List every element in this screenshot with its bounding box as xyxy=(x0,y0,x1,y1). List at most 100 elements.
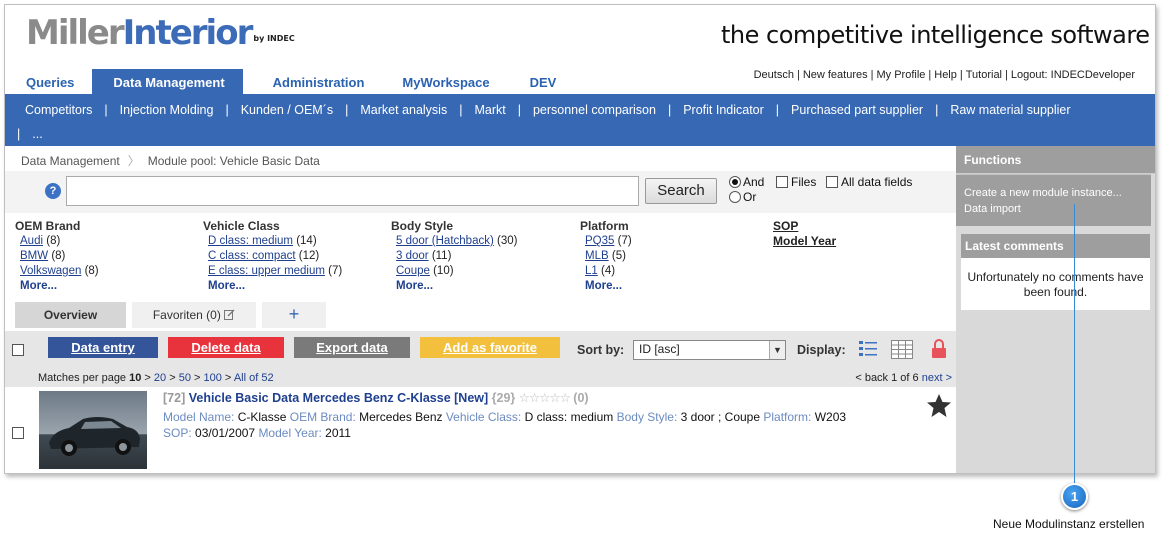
display-label: Display: xyxy=(797,343,846,357)
facet-sop-link[interactable]: SOP xyxy=(773,219,836,234)
app-window: MillerInterior by INDEC the competitive i… xyxy=(4,4,1156,474)
facet-link[interactable]: Coupe xyxy=(396,265,430,277)
facet-link[interactable]: PQ35 xyxy=(585,235,614,247)
facet-vehicle-class: Vehicle Class D class: medium (14) C cla… xyxy=(203,219,342,294)
link-logout[interactable]: Logout: INDECDeveloper xyxy=(1011,69,1135,81)
matches-50-link[interactable]: 50 xyxy=(179,372,191,384)
link-new-features[interactable]: New features xyxy=(803,69,868,81)
subnav-more[interactable]: ... xyxy=(32,127,42,141)
favorite-star-icon[interactable] xyxy=(926,393,952,418)
chevron-down-icon[interactable]: ▼ xyxy=(769,341,785,359)
data-entry-button[interactable]: Data entry xyxy=(48,337,158,358)
pager-position: 1 of 6 xyxy=(891,372,919,384)
files-checkbox-box[interactable] xyxy=(776,176,788,188)
tab-overview[interactable]: Overview xyxy=(15,302,126,328)
select-all-checkbox[interactable] xyxy=(12,344,24,356)
facet-more-link[interactable]: More... xyxy=(391,279,517,294)
files-checkbox[interactable]: Files xyxy=(776,175,816,189)
tab-data-management[interactable]: Data Management xyxy=(92,69,243,94)
main-nav: Queries Data Management Administration M… xyxy=(5,69,574,94)
radio-or-indicator[interactable] xyxy=(729,191,741,203)
lock-icon[interactable] xyxy=(930,339,948,359)
subnav-purchased-part-supplier[interactable]: Purchased part supplier xyxy=(791,103,923,117)
row-checkbox[interactable] xyxy=(12,427,24,439)
facet-more-link[interactable]: More... xyxy=(203,279,342,294)
search-bar: ? Search And Or Files All data fields xyxy=(5,171,956,213)
tab-dev[interactable]: DEV xyxy=(508,69,575,94)
facet-model-year-link[interactable]: Model Year xyxy=(773,234,836,249)
subnav-market-analysis[interactable]: Market analysis xyxy=(360,103,447,117)
facet-count: (8) xyxy=(51,250,66,262)
facet-link[interactable]: 5 door (Hatchback) xyxy=(396,235,494,247)
facet-link[interactable]: Volkswagen xyxy=(20,265,81,277)
toolbar: Data entry Delete data Export data Add a… xyxy=(5,331,956,369)
rating-stars-icon[interactable]: ☆☆☆☆☆ xyxy=(519,391,571,405)
list-view-icon[interactable] xyxy=(858,339,878,359)
all-fields-checkbox-box[interactable] xyxy=(826,176,838,188)
facet-count: (30) xyxy=(497,235,518,247)
vehicle-thumbnail[interactable] xyxy=(39,391,147,469)
facet-extra: SOP Model Year xyxy=(773,219,836,249)
field-value: 3 door ; Coupe xyxy=(680,410,761,424)
facet-count: (4) xyxy=(601,265,616,277)
edit-icon xyxy=(224,309,235,320)
radio-and-indicator[interactable] xyxy=(729,176,741,188)
tab-queries[interactable]: Queries xyxy=(5,69,92,94)
field-value: C-Klasse xyxy=(237,410,287,424)
result-title-link[interactable]: Vehicle Basic Data Mercedes Benz C-Klass… xyxy=(189,391,488,405)
create-module-instance-link[interactable]: Create a new module instance... xyxy=(964,185,1151,201)
subnav-kunden-oem[interactable]: Kunden / OEM´s xyxy=(241,103,333,117)
facet-link[interactable]: Audi xyxy=(20,235,43,247)
matches-label: Matches per page xyxy=(38,372,127,384)
help-icon[interactable]: ? xyxy=(45,183,61,199)
field-value: Mercedes Benz xyxy=(359,410,443,424)
link-help[interactable]: Help xyxy=(934,69,957,81)
add-favorite-button[interactable]: Add as favorite xyxy=(420,337,560,358)
link-deutsch[interactable]: Deutsch xyxy=(754,69,794,81)
tab-favorites[interactable]: Favoriten (0) xyxy=(132,302,256,328)
subnav-personnel-comparison[interactable]: personnel comparison xyxy=(533,103,656,117)
subnav-injection-molding[interactable]: Injection Molding xyxy=(120,103,214,117)
facet-link[interactable]: 3 door xyxy=(396,250,429,262)
radio-or[interactable]: Or xyxy=(729,190,756,204)
export-data-button[interactable]: Export data xyxy=(294,337,410,358)
all-fields-checkbox[interactable]: All data fields xyxy=(826,175,912,189)
matches-all-link[interactable]: All of 52 xyxy=(234,372,274,384)
facet-more-link[interactable]: More... xyxy=(580,279,632,294)
delete-data-button[interactable]: Delete data xyxy=(168,337,284,358)
facet-link[interactable]: C class: compact xyxy=(208,250,296,262)
add-tab-button[interactable]: + xyxy=(262,302,326,328)
facet-link[interactable]: E class: upper medium xyxy=(208,265,325,277)
subnav-markt[interactable]: Markt xyxy=(474,103,505,117)
radio-or-label: Or xyxy=(743,190,757,204)
pager-next-link[interactable]: next > xyxy=(922,372,952,384)
field-value: 2011 xyxy=(325,426,351,440)
sort-select[interactable]: ID [asc] ▼ xyxy=(633,340,786,360)
data-import-link[interactable]: Data import xyxy=(964,201,1151,217)
sort-label: Sort by: xyxy=(577,343,625,357)
table-view-icon[interactable] xyxy=(891,340,913,359)
matches-100-link[interactable]: 100 xyxy=(204,372,222,384)
facet-link[interactable]: MLB xyxy=(585,250,609,262)
search-button[interactable]: Search xyxy=(645,178,717,204)
facet-count: (10) xyxy=(433,265,454,277)
subnav-raw-material-supplier[interactable]: Raw material supplier xyxy=(950,103,1070,117)
tab-administration[interactable]: Administration xyxy=(243,69,383,94)
tab-myworkspace[interactable]: MyWorkspace xyxy=(382,69,507,94)
link-my-profile[interactable]: My Profile xyxy=(876,69,925,81)
facet-link[interactable]: L1 xyxy=(585,265,598,277)
car-image xyxy=(49,417,140,456)
breadcrumb-data-management[interactable]: Data Management xyxy=(21,154,120,168)
result-fields-line2: SOP: 03/01/2007 Model Year: 2011 xyxy=(163,426,351,440)
facet-count: (5) xyxy=(611,250,626,262)
radio-and[interactable]: And xyxy=(729,175,764,189)
facet-link[interactable]: BMW xyxy=(20,250,48,262)
facet-more-link[interactable]: More... xyxy=(15,279,99,294)
facet-link[interactable]: D class: medium xyxy=(208,235,293,247)
subnav-competitors[interactable]: Competitors xyxy=(25,103,92,117)
pager-back-link[interactable]: < back xyxy=(855,372,888,384)
link-tutorial[interactable]: Tutorial xyxy=(966,69,1002,81)
matches-20-link[interactable]: 20 xyxy=(154,372,166,384)
search-input[interactable] xyxy=(66,176,639,206)
subnav-profit-indicator[interactable]: Profit Indicator xyxy=(683,103,764,117)
